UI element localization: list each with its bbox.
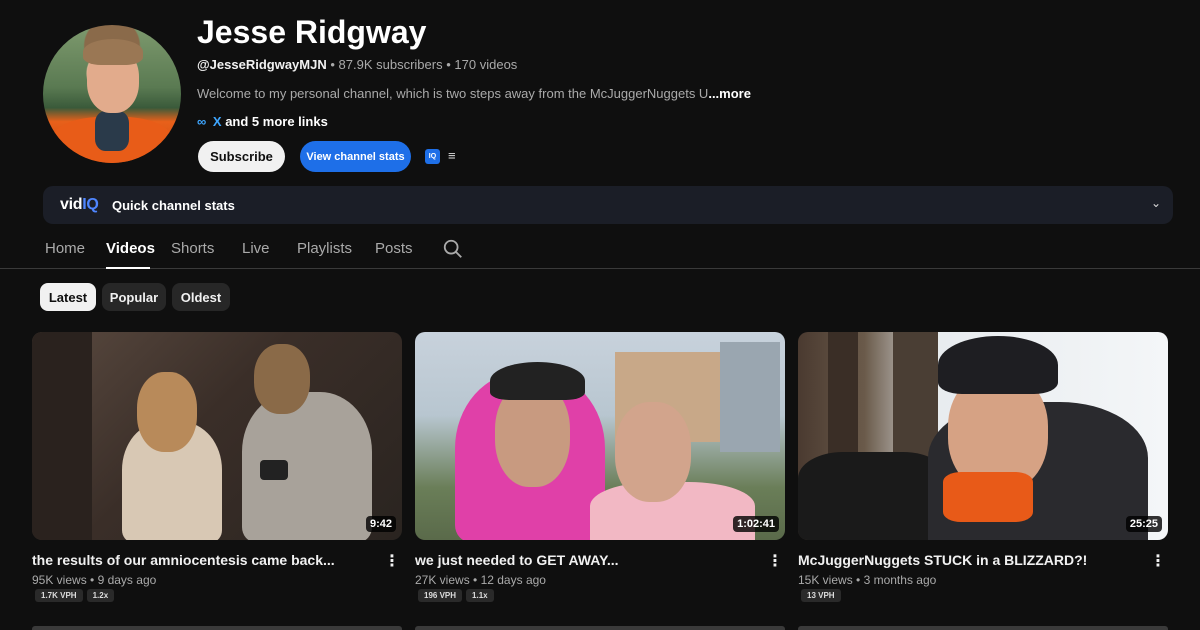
video-card-next-row[interactable] bbox=[798, 626, 1168, 630]
video-title[interactable]: the results of our amniocentesis came ba… bbox=[32, 552, 372, 568]
vidiq-badges: 196 VPH 1.1x bbox=[418, 589, 494, 602]
chip-latest[interactable]: Latest bbox=[40, 283, 96, 311]
description-text: Welcome to my personal channel, which is… bbox=[197, 86, 709, 101]
more-options-icon[interactable]: ⋮ bbox=[767, 551, 783, 571]
more-options-icon[interactable]: ⋮ bbox=[384, 551, 400, 571]
more-options-icon[interactable]: ⋮ bbox=[1150, 551, 1166, 571]
active-tab-indicator bbox=[106, 267, 150, 269]
channel-avatar[interactable] bbox=[43, 25, 181, 163]
vph-badge: 196 VPH bbox=[418, 589, 463, 602]
vph-badge: 1.7K VPH bbox=[35, 589, 83, 602]
subscriber-count: 87.9K subscribers bbox=[338, 57, 443, 72]
video-card[interactable]: 9:42 the results of our amniocentesis ca… bbox=[32, 332, 402, 602]
vidiq-icon[interactable]: IQ bbox=[425, 149, 440, 164]
video-card[interactable]: 1:02:41 we just needed to GET AWAY... ⋮ … bbox=[415, 332, 785, 602]
subscribe-button[interactable]: Subscribe bbox=[198, 141, 285, 172]
video-duration: 9:42 bbox=[365, 516, 396, 532]
vidiq-quick-stats-bar[interactable]: vidIQ Quick channel stats ⌄ bbox=[43, 186, 1173, 224]
channel-tabs: Home Videos Shorts Live Playlists Posts bbox=[0, 236, 1200, 269]
tab-home[interactable]: Home bbox=[45, 240, 85, 257]
multiplier-badge: 1.2x bbox=[86, 589, 115, 602]
video-duration: 1:02:41 bbox=[733, 516, 779, 532]
video-title[interactable]: McJuggerNuggets STUCK in a BLIZZARD?! bbox=[798, 552, 1138, 568]
vidiq-logo: vidIQ bbox=[60, 196, 99, 213]
vidiq-badges: 13 VPH bbox=[801, 589, 841, 602]
vph-badge: 13 VPH bbox=[801, 589, 841, 602]
multiplier-badge: 1.1x bbox=[466, 589, 494, 602]
search-icon[interactable] bbox=[442, 238, 464, 260]
chevron-down-icon[interactable]: ⌄ bbox=[1151, 196, 1161, 210]
video-count: 170 videos bbox=[454, 57, 518, 72]
chip-oldest[interactable]: Oldest bbox=[172, 283, 230, 311]
channel-description[interactable]: Welcome to my personal channel, which is… bbox=[197, 86, 757, 101]
tab-videos[interactable]: Videos bbox=[106, 240, 155, 257]
channel-links[interactable]: ∞ X and 5 more links bbox=[197, 114, 328, 129]
video-meta: 95K views • 9 days ago bbox=[32, 573, 157, 587]
tab-playlists[interactable]: Playlists bbox=[297, 240, 352, 257]
video-duration: 25:25 bbox=[1125, 516, 1162, 532]
video-card[interactable]: 25:25 McJuggerNuggets STUCK in a BLIZZAR… bbox=[798, 332, 1168, 602]
video-card-next-row[interactable] bbox=[415, 626, 785, 630]
video-thumbnail[interactable]: 1:02:41 bbox=[415, 332, 785, 540]
channel-meta: @JesseRidgwayMJN • 87.9K subscribers • 1… bbox=[197, 57, 517, 72]
tab-posts[interactable]: Posts bbox=[375, 240, 413, 257]
x-link[interactable]: X bbox=[213, 114, 222, 129]
channel-name: Jesse Ridgway bbox=[197, 14, 427, 50]
video-meta: 27K views • 12 days ago bbox=[415, 573, 546, 587]
video-meta: 15K views • 3 months ago bbox=[798, 573, 937, 587]
more-links[interactable]: and 5 more links bbox=[225, 114, 328, 129]
video-card-next-row[interactable] bbox=[32, 626, 402, 630]
more-link[interactable]: ...more bbox=[708, 86, 751, 101]
tab-live[interactable]: Live bbox=[242, 240, 270, 257]
chip-popular[interactable]: Popular bbox=[102, 283, 166, 311]
vidiq-label: Quick channel stats bbox=[112, 198, 235, 213]
separator: • bbox=[330, 57, 335, 72]
menu-icon[interactable]: ≡ bbox=[448, 148, 459, 164]
vidiq-badges: 1.7K VPH 1.2x bbox=[35, 589, 115, 602]
video-title[interactable]: we just needed to GET AWAY... bbox=[415, 552, 755, 568]
video-thumbnail[interactable]: 9:42 bbox=[32, 332, 402, 540]
video-thumbnail[interactable]: 25:25 bbox=[798, 332, 1168, 540]
tab-shorts[interactable]: Shorts bbox=[171, 240, 214, 257]
view-channel-stats-button[interactable]: View channel stats bbox=[300, 141, 411, 172]
separator: • bbox=[446, 57, 451, 72]
link-icon: ∞ bbox=[197, 114, 207, 129]
channel-handle: @JesseRidgwayMJN bbox=[197, 57, 327, 72]
